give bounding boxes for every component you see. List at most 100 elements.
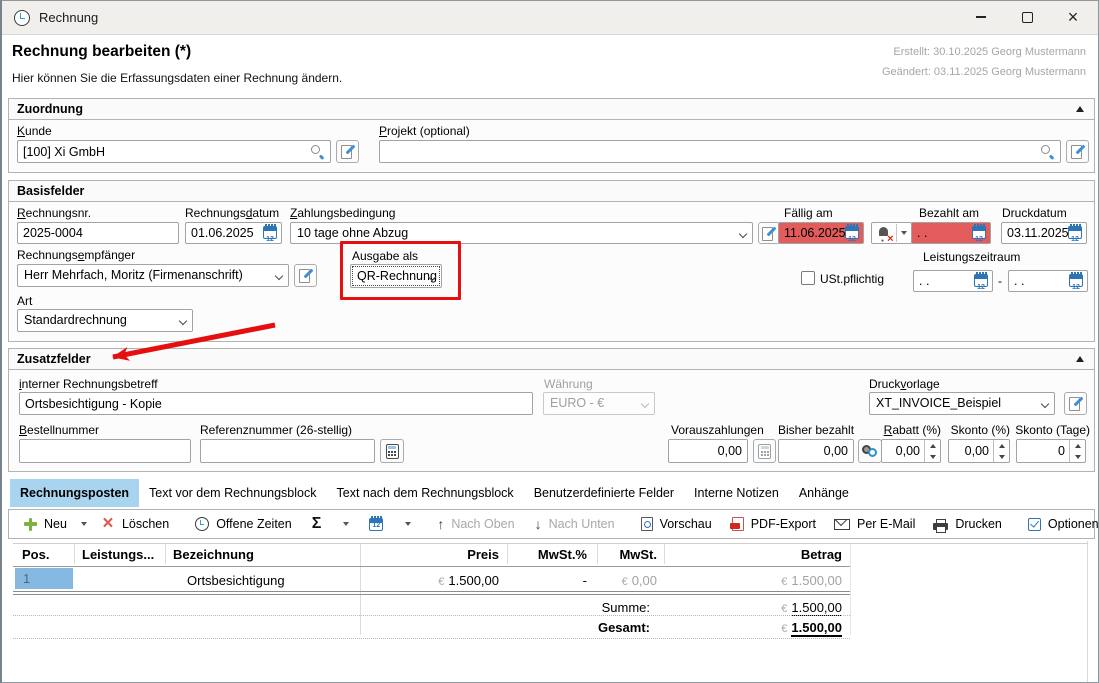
empfaenger-combo[interactable]: Herr Mehrfach, Moritz (Firmenanschrift) — [17, 264, 289, 287]
calendar-icon[interactable] — [1068, 226, 1082, 239]
vorauszahlungen-calc-button[interactable] — [753, 439, 776, 463]
rechnungsdatum-field[interactable]: 01.06.2025 — [185, 222, 282, 244]
projekt-input[interactable] — [379, 140, 1061, 163]
bezahlt-label: Bezahlt am — [919, 206, 979, 220]
section-basisfelder: Basisfelder Rechnungsnr. Rechnungsdatum … — [8, 180, 1095, 342]
skonto-tage-stepper[interactable]: 0 — [1016, 439, 1086, 463]
table-row-mwst-cell[interactable]: €0,00 — [597, 571, 664, 592]
rabatt-stepper[interactable]: 0,00 — [881, 439, 941, 463]
collapse-icon[interactable] — [1076, 356, 1084, 362]
tab-benutzerdefinierte-felder[interactable]: Benutzerdefinierte Felder — [524, 479, 684, 507]
projekt-edit-button[interactable] — [1066, 140, 1089, 163]
bezahlt-field[interactable]: . . — [911, 222, 991, 244]
close-button[interactable]: × — [1050, 1, 1096, 33]
tab-text-nach-rechnungsblock[interactable]: Text nach dem Rechnungsblock — [327, 479, 524, 507]
table-row-pos-cell[interactable]: 1 — [15, 568, 73, 589]
tab-rechnungsposten[interactable]: Rechnungsposten — [10, 479, 139, 507]
new-button[interactable]: Neu — [17, 512, 74, 536]
druckvorlage-edit-button[interactable] — [1064, 392, 1087, 415]
edit-icon — [761, 226, 777, 241]
calendar-tool-dropdown[interactable] — [398, 512, 418, 536]
ust-checkbox[interactable] — [801, 271, 815, 285]
scrollbar-track[interactable] — [1087, 541, 1088, 683]
maximize-button[interactable] — [1004, 1, 1050, 33]
column-header-bezeichnung[interactable]: Bezeichnung — [165, 545, 360, 565]
faellig-field[interactable]: 11.06.2025 — [778, 222, 864, 244]
up-arrow-icon — [930, 444, 936, 448]
bestellnummer-input[interactable] — [19, 439, 191, 463]
sum-button[interactable]: Σ — [305, 512, 329, 536]
leistung-von-field[interactable]: . . — [913, 270, 993, 292]
new-dropdown[interactable] — [74, 512, 94, 536]
column-header-pos[interactable]: Pos. — [14, 545, 74, 565]
sum-dropdown[interactable] — [336, 512, 356, 536]
search-icon[interactable] — [1040, 144, 1055, 159]
leistung-bis-field[interactable]: . . — [1008, 270, 1088, 292]
minimize-button[interactable] — [958, 1, 1004, 33]
calendar-icon[interactable] — [845, 226, 859, 239]
delete-button[interactable]: Löschen — [94, 512, 176, 536]
table-row-bezeichnung-cell[interactable]: Ortsbesichtigung — [165, 571, 360, 591]
table-row-betrag-cell[interactable]: €1.500,00 — [664, 571, 850, 592]
calendar-icon[interactable] — [1069, 274, 1083, 287]
calendar-icon[interactable] — [972, 226, 986, 239]
kunde-edit-button[interactable] — [336, 140, 359, 163]
collapse-icon[interactable] — [1076, 106, 1084, 112]
search-icon[interactable] — [310, 144, 325, 159]
pdf-export-label: PDF-Export — [751, 517, 816, 531]
dropdown-icon — [901, 231, 907, 235]
druckdatum-field[interactable]: 03.11.2025 — [1001, 222, 1087, 244]
betreff-input[interactable] — [19, 392, 533, 415]
tab-interne-notizen[interactable]: Interne Notizen — [684, 479, 789, 507]
column-header-preis[interactable]: Preis — [360, 545, 507, 565]
referenznummer-generate-button[interactable] — [380, 439, 404, 463]
payments-button[interactable] — [858, 439, 882, 463]
column-header-betrag[interactable]: Betrag — [664, 545, 850, 565]
calendar-icon[interactable] — [263, 226, 277, 239]
options-button[interactable]: Optionen — [1021, 512, 1099, 536]
pdf-export-button[interactable]: PDF-Export — [725, 512, 823, 536]
reminder-button[interactable] — [871, 222, 912, 244]
toolbar: Neu Löschen Offene Zeiten Σ Nach Oben Na… — [8, 509, 1095, 539]
open-times-button[interactable]: Offene Zeiten — [188, 512, 299, 536]
zahlungsbedingung-edit-button[interactable] — [758, 222, 780, 244]
empfaenger-label: Rechnungsempfänger — [17, 248, 135, 262]
vorauszahlungen-label: Vorauszahlungen — [671, 423, 764, 437]
spin-up[interactable] — [925, 440, 940, 451]
druckvorlage-combo[interactable]: XT_INVOICE_Beispiel — [869, 392, 1055, 415]
title-bar: Rechnung × — [2, 1, 1098, 35]
rechnungsnr-input[interactable] — [17, 222, 179, 244]
chevron-down-icon — [738, 230, 747, 239]
bisher-bezahlt-input[interactable] — [778, 439, 854, 463]
spin-down[interactable] — [925, 451, 940, 462]
preview-button[interactable]: Vorschau — [634, 512, 719, 536]
table-row-preis-cell[interactable]: €1.500,00 — [360, 571, 507, 592]
waehrung-label: Währung — [544, 377, 593, 391]
move-up-button[interactable]: Nach Oben — [430, 512, 521, 536]
empfaenger-edit-button[interactable] — [294, 264, 317, 287]
section-zuordnung-header: Zuordnung — [9, 99, 1094, 120]
tab-text-vor-rechnungsblock[interactable]: Text vor dem Rechnungsblock — [139, 479, 326, 507]
calendar-tool-button[interactable] — [362, 512, 390, 536]
divider — [74, 544, 75, 564]
referenznummer-input[interactable] — [200, 439, 375, 463]
calendar-icon[interactable] — [974, 274, 988, 287]
vorauszahlungen-input[interactable] — [668, 439, 748, 463]
spin-up[interactable] — [994, 440, 1009, 451]
spin-down[interactable] — [1070, 451, 1085, 462]
spin-up[interactable] — [1070, 440, 1085, 451]
skonto-stepper[interactable]: 0,00 — [948, 439, 1010, 463]
column-header-leistungsart[interactable]: Leistungs... — [74, 545, 165, 565]
sigma-icon: Σ — [312, 515, 322, 533]
kunde-input[interactable] — [17, 140, 331, 163]
tab-anhaenge[interactable]: Anhänge — [789, 479, 859, 507]
email-button[interactable]: Per E-Mail — [827, 512, 922, 536]
move-down-button[interactable]: Nach Unten — [528, 512, 622, 536]
print-button[interactable]: Drucken — [926, 512, 1009, 536]
dropdown-icon — [81, 522, 87, 526]
column-header-mwst[interactable]: MwSt. — [597, 545, 664, 565]
table-row-mwst-prozent-cell[interactable]: - — [507, 571, 597, 591]
spin-down[interactable] — [994, 451, 1009, 462]
column-header-mwst-prozent[interactable]: MwSt.% — [507, 545, 597, 565]
app-icon — [14, 10, 30, 26]
